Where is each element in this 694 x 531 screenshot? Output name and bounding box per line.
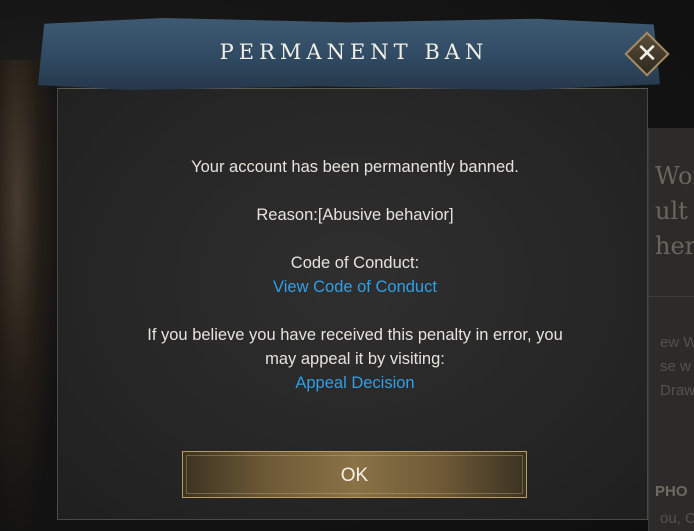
background-text: PHO xyxy=(655,483,688,500)
close-icon: ✕ xyxy=(636,39,658,69)
background-text: her xyxy=(655,232,694,260)
background-text: ew W xyxy=(660,334,694,351)
appeal-decision-link[interactable]: Appeal Decision xyxy=(57,371,653,395)
background-text: se w xyxy=(660,358,691,375)
background-text: ult xyxy=(655,197,688,225)
dialog-title: PERMANENT BAN xyxy=(219,40,489,64)
close-button[interactable]: ✕ xyxy=(624,31,670,77)
background-text: Wor xyxy=(655,162,694,190)
background-text: ou, C xyxy=(660,510,694,527)
view-code-of-conduct-link[interactable]: View Code of Conduct xyxy=(57,275,653,299)
conduct-label: Code of Conduct: xyxy=(290,254,420,272)
ban-message: Your account has been permanently banned… xyxy=(191,158,519,176)
background-artwork xyxy=(0,60,58,531)
appeal-text-line-2: may appeal it by visiting: xyxy=(265,350,445,368)
background-divider xyxy=(648,296,694,297)
ok-button[interactable]: OK xyxy=(182,451,527,498)
background-text: Draw xyxy=(660,382,694,399)
appeal-text-line-1: If you believe you have received this pe… xyxy=(147,326,563,344)
ban-reason: Reason:[Abusive behavior] xyxy=(256,206,454,224)
ok-button-label: OK xyxy=(340,465,369,486)
